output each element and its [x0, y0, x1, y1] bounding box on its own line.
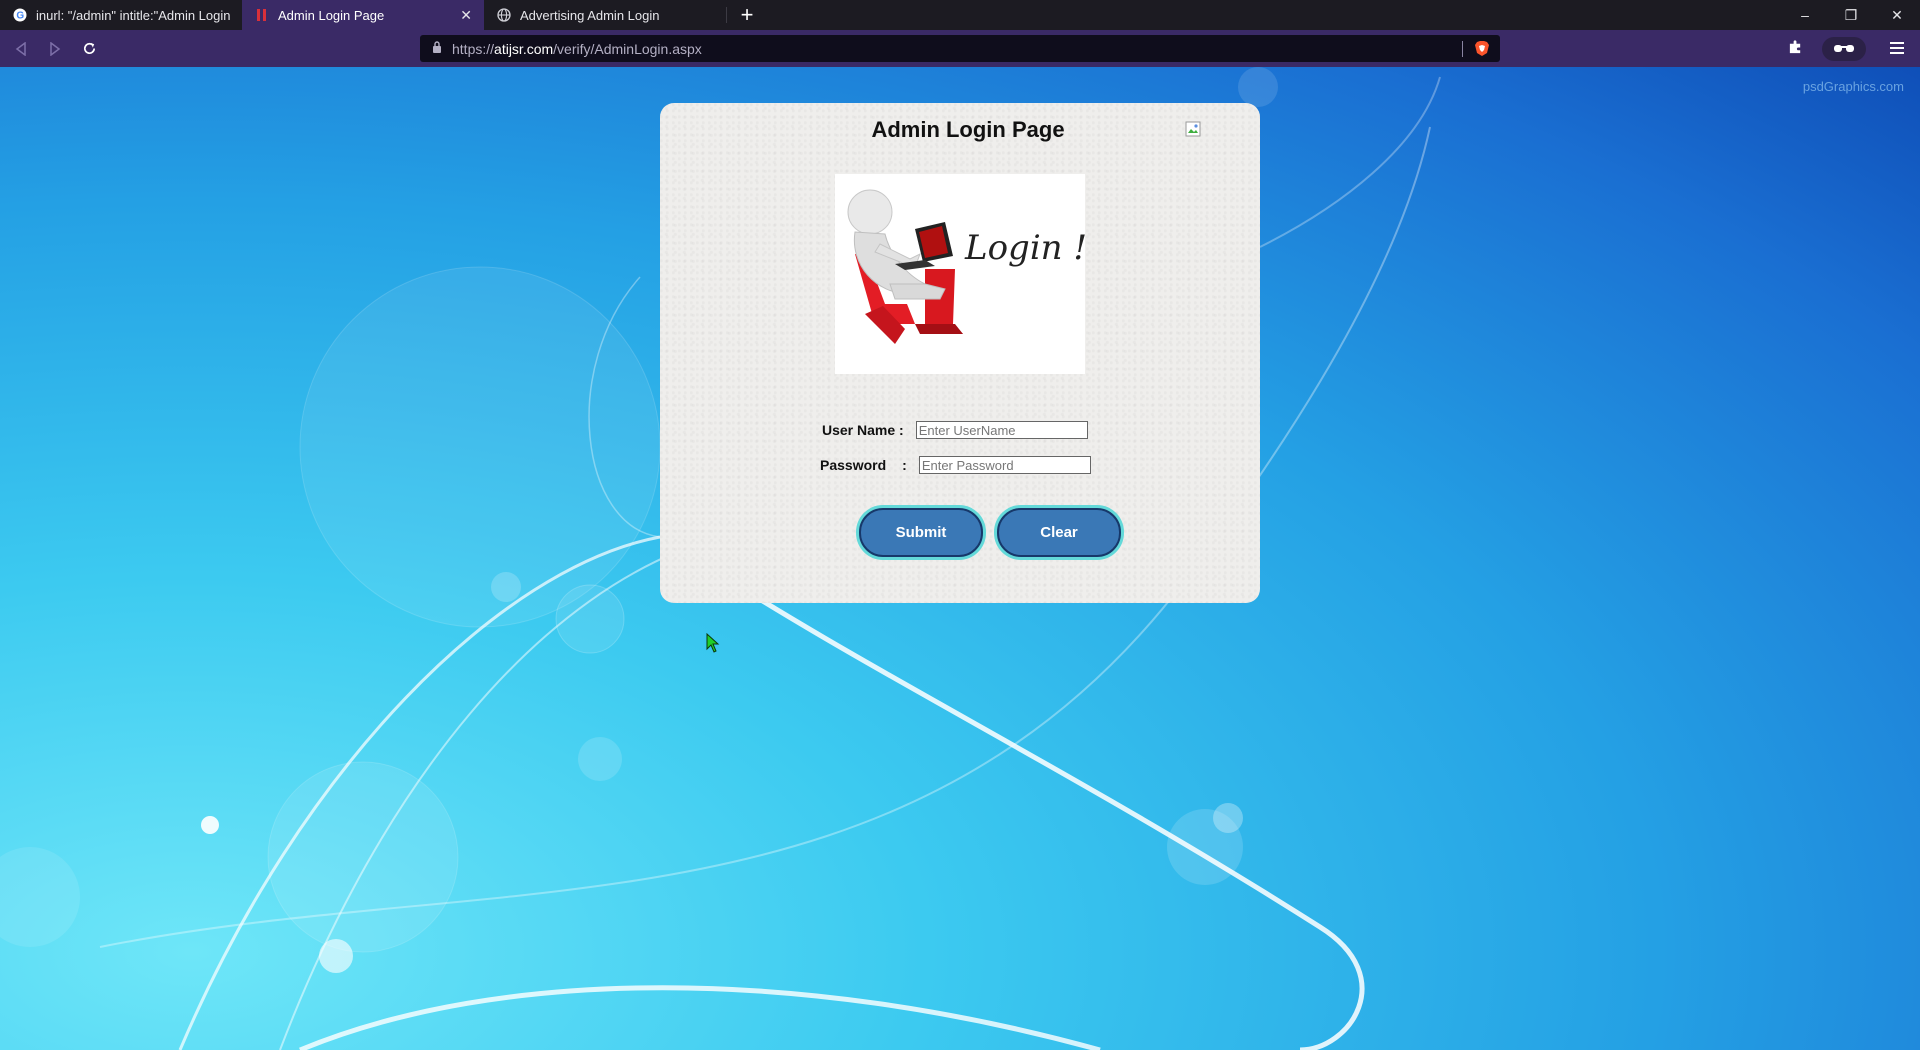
- close-window-button[interactable]: ✕: [1874, 0, 1920, 30]
- address-bar[interactable]: https://atijsr.com/verify/AdminLogin.asp…: [420, 35, 1500, 62]
- url-path: /verify/AdminLogin.aspx: [553, 40, 702, 57]
- reload-icon: [83, 42, 95, 54]
- brave-shields-icon[interactable]: [1474, 40, 1490, 57]
- tab-admin-login-page[interactable]: Admin Login Page ✕: [242, 0, 484, 30]
- login-card: Admin Login Page Login ! User Name: Ent…: [660, 103, 1260, 603]
- url-host: atijsr.com: [494, 40, 554, 57]
- menu-icon[interactable]: [1882, 38, 1912, 59]
- google-icon: G: [12, 7, 28, 23]
- page-viewport: psdGraphics.com Admin Login Page Login !…: [0, 67, 1920, 1050]
- new-tab-button[interactable]: +: [727, 0, 767, 30]
- svg-text:G: G: [16, 11, 24, 22]
- back-button[interactable]: [8, 36, 34, 62]
- username-input[interactable]: [915, 421, 1088, 439]
- restore-button[interactable]: ❐: [1828, 0, 1874, 30]
- page-title: Admin Login Page: [871, 117, 1065, 142]
- username-row: User Name :: [822, 421, 1088, 439]
- tab-title: Advertising Admin Login: [520, 7, 660, 23]
- url-divider: [1462, 41, 1463, 57]
- back-icon: [15, 41, 26, 56]
- tab-title: Admin Login Page: [278, 7, 385, 23]
- login-illustration: Login !: [835, 174, 1087, 374]
- username-label: User Name :: [822, 422, 904, 438]
- password-label: Password: [820, 457, 887, 473]
- password-row: Password :: [820, 456, 1091, 474]
- close-icon[interactable]: ✕: [460, 7, 472, 24]
- tab-title: inurl: "/admin" intitle:"Admin Login" -: [36, 7, 230, 23]
- minimize-button[interactable]: –: [1782, 0, 1828, 30]
- page-icon: [254, 7, 270, 23]
- password-colon: :: [902, 457, 907, 473]
- globe-icon: [496, 7, 512, 23]
- toolbar-right: [1780, 30, 1920, 67]
- wallet-icon[interactable]: [1822, 36, 1866, 61]
- reload-button[interactable]: [76, 36, 102, 62]
- forward-button[interactable]: [42, 36, 68, 62]
- watermark: psdGraphics.com: [1802, 79, 1904, 94]
- clear-button[interactable]: Clear: [997, 508, 1121, 557]
- url-scheme: https://: [452, 40, 495, 57]
- password-input[interactable]: [918, 456, 1091, 474]
- hero-text: Login !: [964, 228, 1085, 268]
- window-controls: – ❐ ✕: [1782, 0, 1920, 30]
- submit-button[interactable]: Submit: [859, 508, 983, 557]
- forward-icon: [50, 41, 61, 56]
- tab-strip: G inurl: "/admin" intitle:"Admin Login" …: [0, 0, 1920, 30]
- lock-icon: [432, 41, 442, 56]
- extensions-icon[interactable]: [1780, 39, 1810, 58]
- mouse-cursor-icon: [706, 633, 720, 653]
- tab-advertising-admin-login[interactable]: Advertising Admin Login: [484, 0, 726, 30]
- broken-image-icon: [1185, 121, 1201, 137]
- browser-toolbar: https://atijsr.com/verify/AdminLogin.asp…: [0, 30, 1920, 67]
- tab-google-search[interactable]: G inurl: "/admin" intitle:"Admin Login" …: [0, 0, 242, 30]
